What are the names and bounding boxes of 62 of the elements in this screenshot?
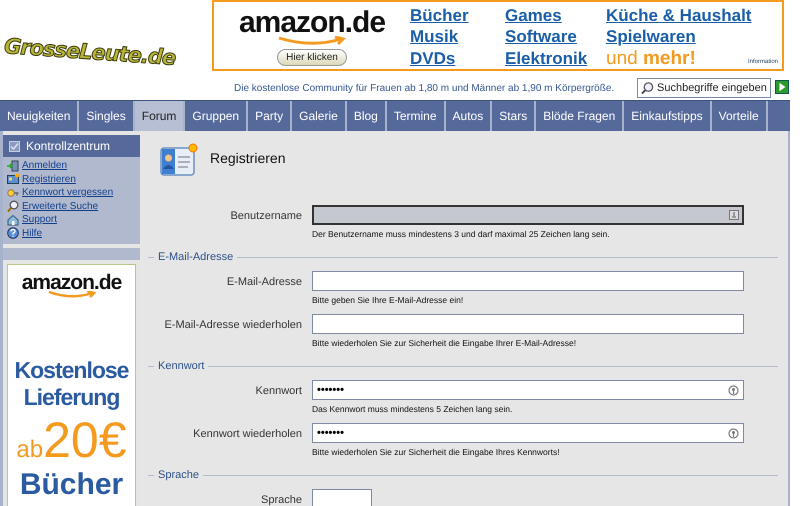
field-label: Kennwort <box>254 384 303 400</box>
input-field[interactable]: ••••••• <box>312 380 744 400</box>
field-hint: Das Kennwort muss mindestens 5 Zeichen lang sein. <box>312 403 514 416</box>
smile-arrow-icon <box>277 36 347 46</box>
category-link[interactable]: Musik <box>410 26 505 48</box>
nav-tab[interactable]: Forum <box>134 101 186 131</box>
sidebar-title: Kontrollzentrum <box>26 138 110 155</box>
ad-panel[interactable]: amazon.de Kostenlose Lieferung ab20€ Bücher <box>7 264 136 506</box>
field-hint: Der Benutzername muss mindestens 3 und darf maximal 25 Zeichen lang sein. <box>312 228 611 241</box>
category-link[interactable]: Bücher <box>410 5 505 26</box>
category-link[interactable]: Küche & Haushalt <box>606 5 776 26</box>
id-card-icon <box>160 143 198 177</box>
sidebar-link[interactable]: Kennwort vergessen <box>7 186 136 200</box>
search-icon <box>7 200 19 212</box>
input-field[interactable]: ••••••• <box>312 423 744 443</box>
brand-logo: amazon.de <box>238 8 386 38</box>
section-legend: Sprache <box>158 466 199 484</box>
page-title: Registrieren <box>210 149 286 168</box>
field-hint: Bitte geben Sie Ihre E-Mail-Adresse ein! <box>312 294 464 307</box>
sidebar-link[interactable]: Support <box>7 213 136 226</box>
field-hint: Bitte wiederholen Sie zur Sicherheit die Eingabe Ihrer E-Mail-Adresse! <box>312 337 578 350</box>
field-hint: Bitte wiederholen Sie zur Sicherheit die Eingabe Ihres Kennworts! <box>312 446 561 459</box>
field-icon <box>729 210 739 220</box>
category-link[interactable]: DVDs <box>410 48 505 69</box>
sidebar-link[interactable]: Anmelden <box>7 159 136 172</box>
ad-product: Bücher <box>20 468 124 502</box>
category-link[interactable]: Elektronik <box>505 48 606 69</box>
category-link[interactable]: Spielwaren <box>606 26 776 48</box>
house-icon <box>7 214 19 226</box>
field-label: Benutzername <box>229 209 303 224</box>
input-field[interactable] <box>312 314 744 334</box>
help-icon <box>7 227 19 240</box>
key-icon <box>7 186 19 199</box>
category-link[interactable]: Software <box>505 26 606 48</box>
smile-arrow-icon <box>46 291 96 299</box>
brand-logo: amazon.de <box>22 271 122 295</box>
input-field[interactable] <box>312 271 744 292</box>
tagline: Die kostenlose Community für Frauen ab 1,80 m und Männer ab 1,90 m Körpergröße. <box>234 82 614 96</box>
category-link[interactable]: Games <box>505 5 606 26</box>
door-icon <box>7 160 19 172</box>
field-label: E-Mail-Adresse <box>226 275 303 290</box>
go-button[interactable] <box>775 80 789 94</box>
sidebar-link[interactable]: Registrieren <box>7 172 136 186</box>
click-here-button[interactable]: Hier klicken <box>277 49 347 66</box>
search-field[interactable]: Suchbegriffe eingeben <box>637 78 771 98</box>
search-icon <box>641 81 654 95</box>
sidebar-link[interactable]: Hilfe <box>7 226 136 240</box>
field-label: Kennwort wiederholen <box>192 427 303 442</box>
ad-headline: Kostenlose Lieferung <box>14 357 130 411</box>
key-icon <box>728 428 739 439</box>
ad-price: 20€ <box>43 413 127 467</box>
sidebar-link[interactable]: Erweiterte Suche <box>7 200 136 213</box>
field-label: E-Mail-Adresse wiederholen <box>163 318 303 333</box>
section-legend: E-Mail-Adresse <box>158 248 234 266</box>
id-card-icon <box>7 173 19 186</box>
check-icon <box>9 140 20 152</box>
key-icon <box>728 385 739 396</box>
section-legend: Kennwort <box>158 358 204 374</box>
field-label: Sprache <box>260 493 303 506</box>
ad-prefix: ab <box>16 435 44 465</box>
input-field[interactable] <box>312 205 744 225</box>
select-field[interactable] <box>312 489 372 506</box>
